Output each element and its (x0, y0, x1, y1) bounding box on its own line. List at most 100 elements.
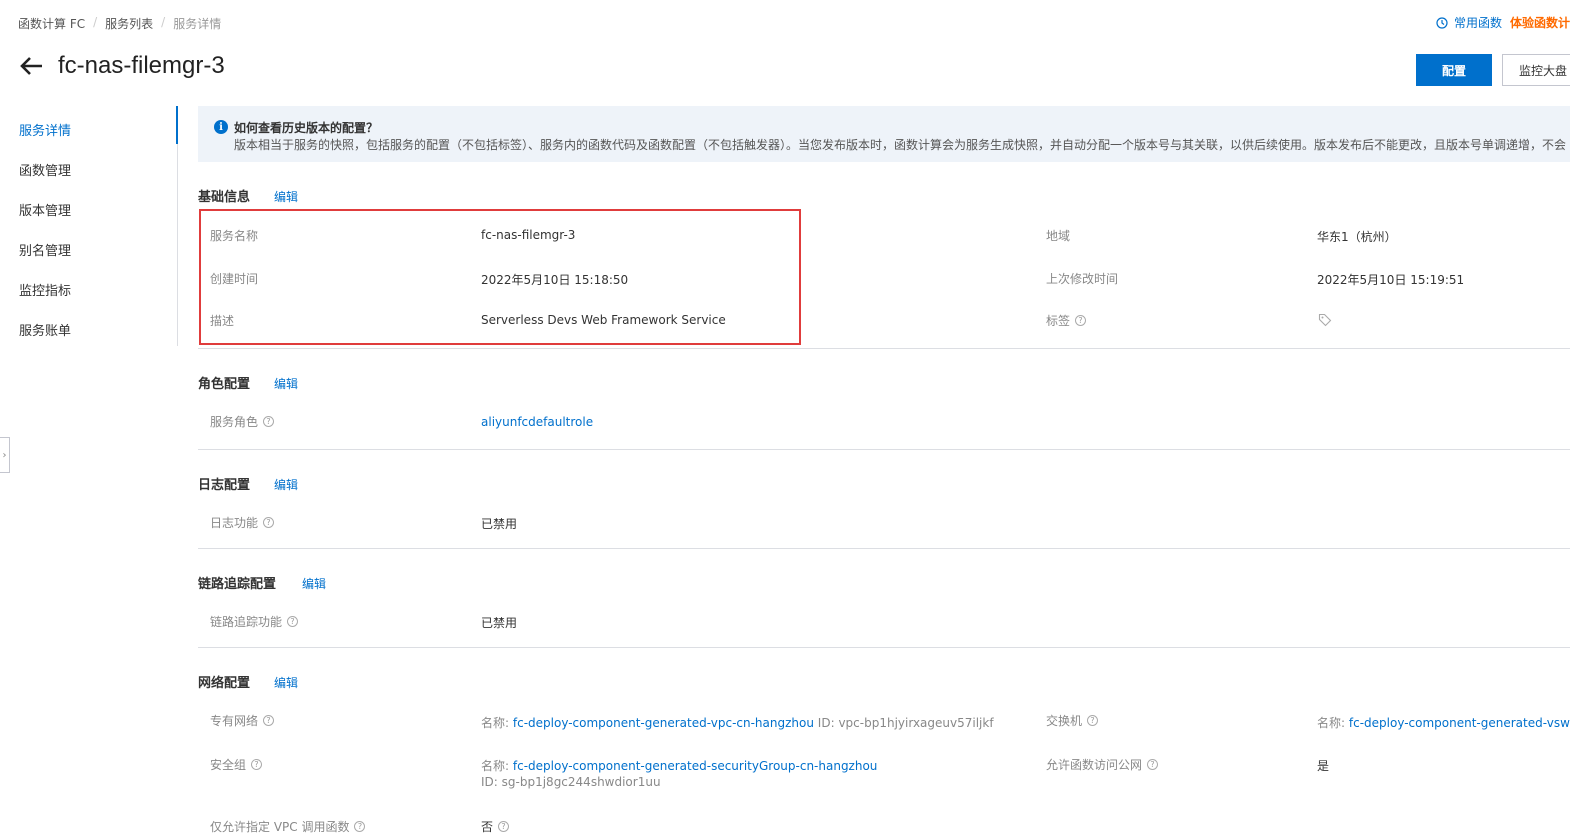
sidebar-item-functions[interactable]: 函数管理 (19, 160, 71, 179)
frequent-functions-label: 常用函数 (1453, 16, 1502, 30)
clock-icon (1436, 16, 1448, 29)
internet-access-label: 允许函数访问公网 (1046, 758, 1143, 772)
section-title-trace: 链路追踪配置 (198, 577, 277, 592)
internet-access-label-group: 允许函数访问公网 ? (1046, 756, 1159, 773)
edit-trace-button[interactable]: 编辑 (302, 575, 326, 592)
created-time-value: 2022年5月10日 15:18:50 (481, 273, 629, 287)
region-label: 地域 (1046, 229, 1071, 243)
vpc-only-label-group: 仅允许指定 VPC 调用函数 ? (210, 818, 366, 835)
vswitch-value: 名称: fc-deploy-component-generated-vswitc… (1317, 714, 1570, 731)
security-group-name: 名称: fc-deploy-component-generated-securi… (481, 757, 877, 774)
breadcrumb: 函数计算 FC / 服务列表 / 服务详情 (18, 15, 221, 32)
frequent-functions-link[interactable]: 常用函数 (1436, 14, 1502, 31)
vpc-label-group: 专有网络 ? (210, 712, 275, 729)
vswitch-label: 交换机 (1046, 714, 1083, 728)
top-actions: 常用函数 体验函数计 (1436, 14, 1570, 31)
help-icon[interactable]: ? (287, 616, 299, 627)
help-icon[interactable]: ? (1147, 759, 1159, 770)
version-notice: i 如何查看历史版本的配置？ 版本相当于服务的快照，包括服务的配置（不包括标签）… (198, 106, 1570, 162)
sidebar-active-indicator (176, 106, 178, 144)
help-icon[interactable]: ? (354, 821, 366, 832)
service-role-link[interactable]: aliyunfcdefaultrole (481, 415, 593, 429)
help-icon[interactable]: ? (251, 759, 263, 770)
vswitch-name-link[interactable]: fc-deploy-component-generated-vswitch- (1349, 716, 1570, 730)
sg-id-prefix: ID: (481, 775, 498, 789)
service-name-label: 服务名称 (210, 229, 259, 243)
divider (198, 449, 1570, 450)
description-label: 描述 (210, 314, 235, 328)
trace-function-value: 已禁用 (481, 616, 518, 630)
log-function-label: 日志功能 (210, 516, 259, 530)
service-name-value: fc-nas-filemgr-3 (481, 228, 576, 242)
trace-label-group: 链路追踪功能 ? (210, 613, 299, 630)
security-group-id: ID: sg-bp1j8gc244shwdior1uu (481, 775, 661, 789)
breadcrumb-item-service-list[interactable]: 服务列表 (105, 15, 153, 32)
vpc-value: 名称: fc-deploy-component-generated-vpc-cn… (481, 714, 994, 731)
vswitch-name-prefix: 名称: (1317, 716, 1346, 730)
sg-name-prefix: 名称: (481, 759, 510, 773)
description-value: Serverless Devs Web Framework Service (481, 313, 726, 327)
log-function-value: 已禁用 (481, 517, 518, 531)
edit-role-button[interactable]: 编辑 (274, 375, 298, 392)
vpc-name-prefix: 名称: (481, 716, 510, 730)
tags-label-group: 标签 ? (1046, 312, 1087, 329)
service-role-label-group: 服务角色 ? (210, 413, 275, 430)
edit-basic-button[interactable]: 编辑 (274, 188, 298, 205)
sidebar-item-billing[interactable]: 服务账单 (19, 320, 71, 339)
breadcrumb-separator: / (93, 15, 98, 29)
internet-access-value: 是 (1317, 759, 1330, 773)
divider (198, 647, 1570, 648)
breadcrumb-item-fc[interactable]: 函数计算 FC (18, 15, 85, 32)
chevron-right-icon: › (2, 449, 7, 461)
help-icon[interactable]: ? (498, 821, 510, 832)
section-title-network: 网络配置 (198, 676, 251, 691)
page-title: fc-nas-filemgr-3 (58, 52, 225, 79)
divider (198, 548, 1570, 549)
help-icon[interactable]: ? (1087, 715, 1099, 726)
tag-icon[interactable] (1318, 313, 1332, 327)
help-icon[interactable]: ? (263, 517, 275, 528)
vpc-only-value: 否 (481, 820, 494, 834)
info-icon: i (214, 120, 228, 134)
sidebar-item-aliases[interactable]: 别名管理 (19, 240, 71, 259)
sidebar: 服务详情 函数管理 版本管理 别名管理 监控指标 服务账单 (0, 106, 178, 346)
security-group-label: 安全组 (210, 758, 247, 772)
section-title-basic: 基础信息 (198, 190, 251, 205)
notice-title: 如何查看历史版本的配置？ (234, 121, 379, 135)
sidebar-item-versions[interactable]: 版本管理 (19, 200, 71, 219)
sidebar-item-metrics[interactable]: 监控指标 (19, 280, 71, 299)
config-button[interactable]: 配置 (1416, 54, 1492, 86)
vpc-name-link[interactable]: fc-deploy-component-generated-vpc-cn-han… (513, 716, 814, 730)
help-icon[interactable]: ? (263, 416, 275, 427)
sidebar-collapse-handle[interactable]: › (0, 437, 10, 473)
back-arrow-icon[interactable] (18, 55, 44, 77)
vpc-label: 专有网络 (210, 714, 259, 728)
edit-log-button[interactable]: 编辑 (274, 476, 298, 493)
modified-time-value: 2022年5月10日 15:19:51 (1317, 273, 1465, 287)
vpc-only-value-group: 否 ? (481, 818, 510, 835)
security-group-label-group: 安全组 ? (210, 756, 263, 773)
log-label-group: 日志功能 ? (210, 514, 275, 531)
sg-id: sg-bp1j8gc244shwdior1uu (501, 775, 661, 789)
help-icon[interactable]: ? (263, 715, 275, 726)
vpc-id: vpc-bp1hjyirxageuv57iljkf (838, 716, 994, 730)
vpc-id-prefix: ID: (817, 716, 835, 730)
notice-body: 版本相当于服务的快照，包括服务的配置（不包括标签）、服务内的函数代码及函数配置（… (234, 138, 1567, 152)
dashboard-button[interactable]: 监控大盘 (1502, 54, 1570, 86)
breadcrumb-separator: / (161, 15, 166, 29)
tags-label: 标签 (1046, 314, 1071, 328)
security-group-link[interactable]: fc-deploy-component-generated-securityGr… (513, 759, 878, 773)
trace-function-label: 链路追踪功能 (210, 615, 283, 629)
sidebar-item-service-details[interactable]: 服务详情 (19, 120, 71, 139)
divider (198, 348, 1570, 349)
edit-network-button[interactable]: 编辑 (274, 674, 298, 691)
breadcrumb-item-current: 服务详情 (173, 17, 222, 31)
vpc-only-label: 仅允许指定 VPC 调用函数 (210, 820, 350, 834)
trial-link[interactable]: 体验函数计 (1510, 14, 1570, 31)
vswitch-label-group: 交换机 ? (1046, 712, 1099, 729)
modified-time-label: 上次修改时间 (1046, 272, 1119, 286)
region-value: 华东1（杭州） (1317, 230, 1397, 244)
help-icon[interactable]: ? (1075, 315, 1087, 326)
service-role-label: 服务角色 (210, 415, 259, 429)
section-title-log: 日志配置 (198, 478, 251, 493)
